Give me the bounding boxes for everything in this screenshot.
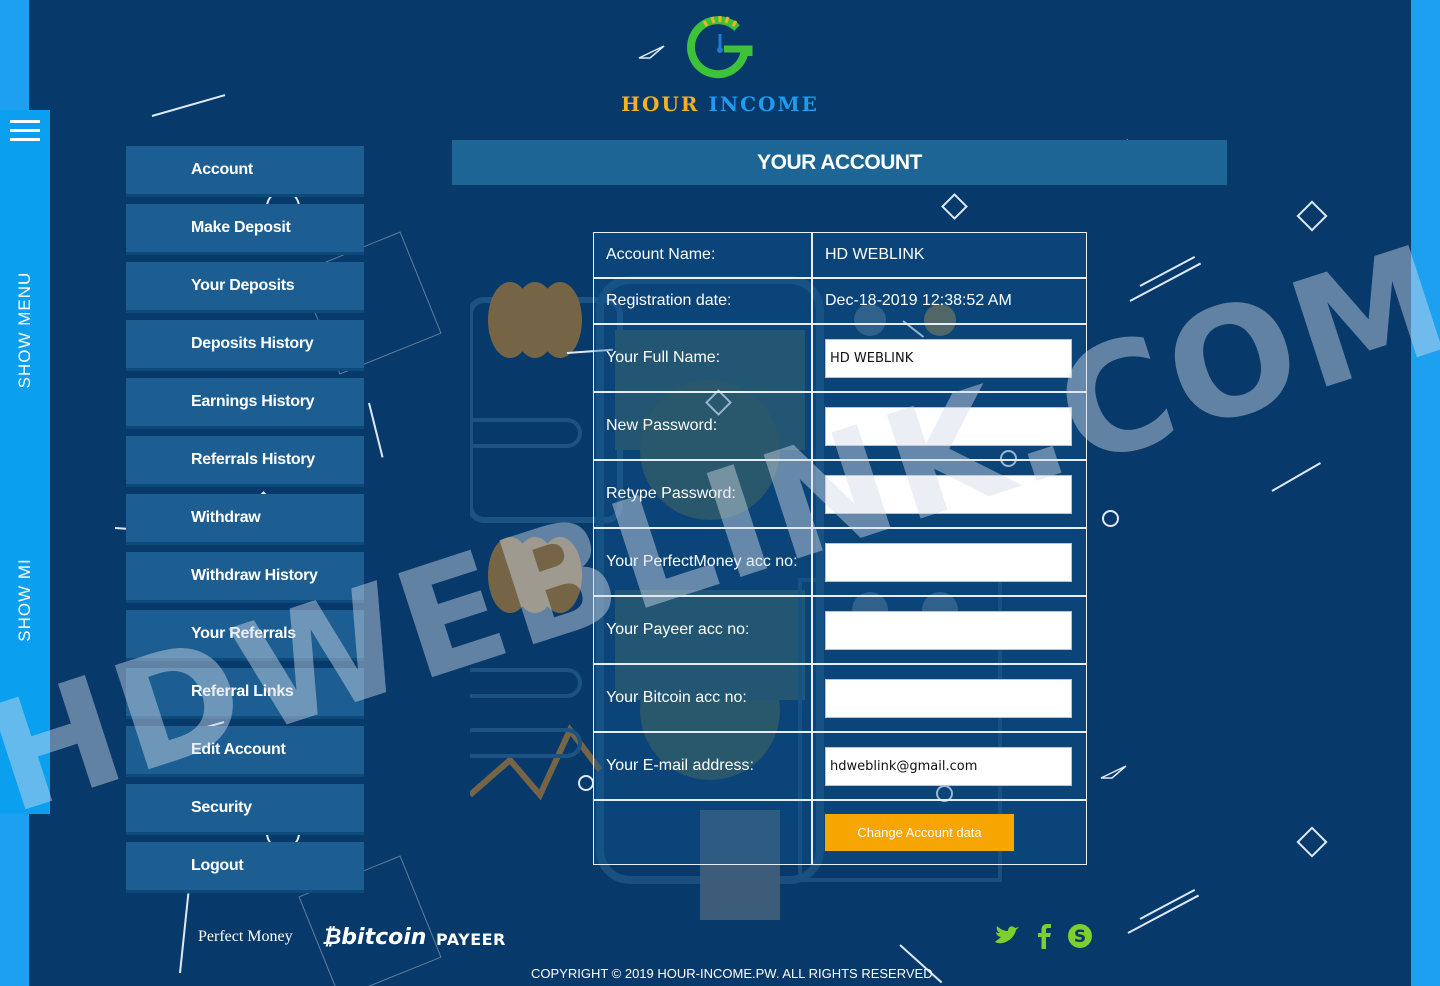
bitcoin-input[interactable] — [825, 678, 1072, 718]
perfectmoney-logo: Perfect Money — [198, 928, 293, 945]
logo[interactable]: HOUR INCOME — [600, 12, 840, 116]
registration-date-value: Dec-18-2019 12:38:52 AM — [812, 278, 1087, 324]
page-title: YOUR ACCOUNT — [452, 140, 1227, 185]
payeer-logo: PAYEER — [436, 930, 506, 949]
account-sidebar: Account Make Deposit Your Deposits Depos… — [126, 146, 364, 900]
account-form: Account Name: HD WEBLINK Registration da… — [593, 232, 1087, 865]
bitcoin-symbol-icon: ₿ — [322, 925, 342, 950]
sidebar-item-account[interactable]: Account — [126, 146, 364, 197]
registration-date-label: Registration date: — [593, 278, 812, 324]
facebook-icon[interactable] — [1030, 922, 1058, 950]
form-row-full-name: Your Full Name: — [593, 324, 1087, 392]
email-label: Your E-mail address: — [593, 732, 812, 800]
payeer-input[interactable] — [825, 610, 1072, 650]
show-menu-tab[interactable]: SHOW MENU SHOW MI — [0, 110, 50, 814]
submit-row-spacer — [593, 800, 812, 865]
form-row-new-password: New Password: — [593, 392, 1087, 460]
account-name-label: Account Name: — [593, 232, 812, 278]
bitcoin-logo: ₿bitcoin — [322, 924, 426, 950]
right-edge-bar — [1411, 0, 1440, 986]
sidebar-item-withdraw[interactable]: Withdraw — [126, 494, 364, 545]
clock-logo-icon — [687, 16, 753, 79]
sidebar-item-make-deposit[interactable]: Make Deposit — [126, 204, 364, 255]
sidebar-item-your-deposits[interactable]: Your Deposits — [126, 262, 364, 313]
copyright-text: COPYRIGHT © 2019 HOUR-INCOME.PW. ALL RIG… — [531, 966, 933, 981]
perfectmoney-input[interactable] — [825, 542, 1072, 582]
form-row-bitcoin: Your Bitcoin acc no: — [593, 664, 1087, 732]
sidebar-item-earnings-history[interactable]: Earnings History — [126, 378, 364, 429]
sidebar-item-deposits-history[interactable]: Deposits History — [126, 320, 364, 371]
skype-icon[interactable]: S — [1066, 922, 1094, 950]
sidebar-item-withdraw-history[interactable]: Withdraw History — [126, 552, 364, 603]
show-menu-label: SHOW MENU — [15, 271, 34, 389]
form-row-email: Your E-mail address: — [593, 732, 1087, 800]
svg-text:S: S — [1074, 927, 1086, 947]
retype-password-input[interactable] — [825, 474, 1072, 514]
form-row-registration: Registration date: Dec-18-2019 12:38:52 … — [593, 278, 1087, 324]
sidebar-item-edit-account[interactable]: Edit Account — [126, 726, 364, 777]
account-name-value: HD WEBLINK — [812, 232, 1087, 278]
sidebar-item-security[interactable]: Security — [126, 784, 364, 835]
new-password-label: New Password: — [593, 392, 812, 460]
new-password-input[interactable] — [825, 406, 1072, 446]
payeer-label: Your Payeer acc no: — [593, 596, 812, 664]
sidebar-item-referral-links[interactable]: Referral Links — [126, 668, 364, 719]
sidebar-item-your-referrals[interactable]: Your Referrals — [126, 610, 364, 661]
hamburger-icon[interactable] — [10, 120, 40, 142]
sidebar-item-referrals-history[interactable]: Referrals History — [126, 436, 364, 487]
bitcoin-logo-text: bitcoin — [341, 925, 427, 950]
email-input[interactable] — [825, 746, 1072, 786]
bitcoin-label: Your Bitcoin acc no: — [593, 664, 812, 732]
sidebar-item-logout[interactable]: Logout — [126, 842, 364, 893]
form-row-retype-password: Retype Password: — [593, 460, 1087, 528]
logo-word-income: INCOME — [708, 92, 819, 116]
change-account-button[interactable]: Change Account data — [825, 814, 1014, 851]
form-row-payeer: Your Payeer acc no: — [593, 596, 1087, 664]
logo-word-hour: HOUR — [621, 92, 700, 116]
full-name-label: Your Full Name: — [593, 324, 812, 392]
perfectmoney-label: Your PerfectMoney acc no: — [593, 528, 812, 596]
show-menu-label-secondary: SHOW MI — [15, 558, 34, 642]
full-name-input[interactable] — [825, 338, 1072, 378]
logo-text: HOUR INCOME — [600, 92, 840, 116]
form-row-perfectmoney: Your PerfectMoney acc no: — [593, 528, 1087, 596]
retype-password-label: Retype Password: — [593, 460, 812, 528]
form-row-submit: Change Account data — [593, 800, 1087, 865]
twitter-icon[interactable] — [992, 922, 1020, 950]
form-row-account-name: Account Name: HD WEBLINK — [593, 232, 1087, 278]
